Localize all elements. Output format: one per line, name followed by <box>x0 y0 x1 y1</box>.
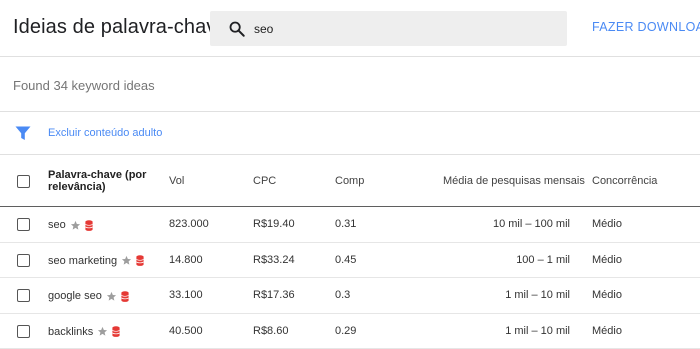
competition-cell: Médio <box>592 289 622 301</box>
summary-section: Found 34 keyword ideas <box>0 57 700 112</box>
cpc-cell: R$17.36 <box>253 289 295 301</box>
table-row[interactable]: seo 823.000 R$19.40 0.31 10 mil – 100 mi… <box>0 207 700 243</box>
vol-cell: 823.000 <box>169 218 209 230</box>
row-checkbox[interactable] <box>17 289 30 302</box>
keyword-cell: google seo <box>48 288 129 304</box>
search-input[interactable] <box>254 19 554 39</box>
column-header-keyword[interactable]: Palavra-chave (por relevância) <box>48 169 148 193</box>
table-row[interactable]: seo marketing 14.800 R$33.24 0.45 100 – … <box>0 243 700 278</box>
keyword-text: seo <box>48 219 66 231</box>
header-bar: Ideias de palavra-chave FAZER DOWNLOAD <box>0 0 700 57</box>
keyword-text: backlinks <box>48 325 94 338</box>
filter-icon[interactable] <box>15 126 31 141</box>
monthly-searches-cell: 10 mil – 100 mil <box>492 218 570 230</box>
column-header-comp[interactable]: Comp <box>335 175 364 187</box>
database-icon <box>112 326 121 337</box>
database-icon <box>136 255 144 266</box>
column-header-cpc[interactable]: CPC <box>253 175 276 187</box>
search-icon[interactable] <box>228 20 246 38</box>
star-icon[interactable] <box>70 220 81 231</box>
competition-cell: Médio <box>592 324 622 337</box>
keyword-cell: backlinks <box>48 324 121 340</box>
vol-cell: 14.800 <box>169 253 203 266</box>
keyword-text: seo marketing <box>48 254 118 267</box>
monthly-searches-cell: 100 – 1 mil <box>516 253 570 266</box>
comp-cell: 0.45 <box>335 253 357 266</box>
download-button[interactable]: FAZER DOWNLOAD <box>592 20 700 34</box>
comp-cell: 0.3 <box>335 289 351 301</box>
star-icon[interactable] <box>121 255 132 266</box>
cpc-cell: R$19.40 <box>253 218 295 230</box>
table-row[interactable]: backlinks 40.500 R$8.60 0.29 1 mil – 10 … <box>0 314 700 349</box>
star-icon[interactable] <box>106 291 117 302</box>
column-header-monthly-searches[interactable]: Média de pesquisas mensais <box>443 175 585 187</box>
monthly-searches-cell: 1 mil – 10 mil <box>505 289 570 301</box>
database-icon <box>121 290 129 302</box>
select-all-checkbox[interactable] <box>17 175 30 188</box>
page-title: Ideias de palavra-chave <box>13 16 228 38</box>
column-header-competition[interactable]: Concorrência <box>592 175 657 187</box>
exclude-adult-content-link[interactable]: Excluir conteúdo adulto <box>48 127 162 139</box>
keyword-cell: seo marketing <box>48 253 144 269</box>
cpc-cell: R$33.24 <box>253 253 295 266</box>
comp-cell: 0.31 <box>335 218 357 230</box>
row-checkbox[interactable] <box>17 218 30 231</box>
keyword-text: google seo <box>48 290 102 302</box>
vol-cell: 33.100 <box>169 289 203 301</box>
star-icon[interactable] <box>97 326 108 337</box>
column-header-vol[interactable]: Vol <box>169 175 184 187</box>
cpc-cell: R$8.60 <box>253 324 289 337</box>
competition-cell: Médio <box>592 218 622 230</box>
database-icon <box>84 219 93 231</box>
keyword-cell: seo <box>48 217 93 233</box>
row-checkbox[interactable] <box>17 253 30 267</box>
found-count-text: Found 34 keyword ideas <box>13 78 155 93</box>
row-checkbox[interactable] <box>17 324 30 338</box>
vol-cell: 40.500 <box>169 324 203 337</box>
table-row[interactable]: google seo 33.100 R$17.36 0.3 1 mil – 10… <box>0 278 700 314</box>
competition-cell: Médio <box>592 253 622 266</box>
search-box[interactable] <box>210 11 567 46</box>
monthly-searches-cell: 1 mil – 10 mil <box>505 324 570 337</box>
comp-cell: 0.29 <box>335 324 357 337</box>
table-header: Palavra-chave (por relevância) Vol CPC C… <box>0 155 700 207</box>
filter-section: Excluir conteúdo adulto <box>0 112 700 155</box>
